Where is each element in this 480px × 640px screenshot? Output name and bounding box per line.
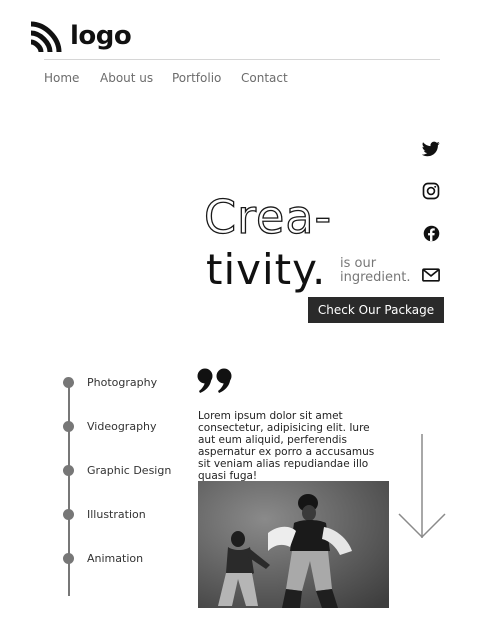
header-divider: [44, 59, 440, 60]
mail-icon[interactable]: [420, 264, 442, 286]
logo-icon[interactable]: [29, 20, 63, 54]
hero-tagline-1: is our: [340, 256, 377, 271]
hero-title-line-2: tivity.: [206, 245, 327, 294]
timeline-item-graphic-design[interactable]: Graphic Design: [87, 464, 171, 478]
instagram-icon[interactable]: [420, 180, 442, 202]
twitter-icon[interactable]: [420, 138, 442, 160]
timeline-dot: [63, 509, 74, 520]
logo-text[interactable]: logo: [70, 20, 132, 52]
timeline-item-illustration[interactable]: Illustration: [87, 508, 146, 522]
timeline-item-videography[interactable]: Videography: [87, 420, 157, 434]
timeline-dot: [63, 553, 74, 564]
timeline-dot: [63, 421, 74, 432]
timeline-line: [68, 383, 70, 596]
quote-icon: [197, 368, 233, 394]
timeline-dot: [63, 465, 74, 476]
hero-tagline-2: ingredient.: [340, 270, 411, 285]
hero-title-line-1: Crea-: [203, 190, 333, 244]
scroll-down-arrow-icon[interactable]: [398, 434, 446, 540]
dancers-photo: [198, 481, 389, 608]
nav-contact[interactable]: Contact: [241, 71, 288, 85]
facebook-icon[interactable]: [420, 222, 442, 244]
timeline-item-animation[interactable]: Animation: [87, 552, 143, 566]
check-package-button[interactable]: Check Our Package: [308, 297, 444, 323]
quote-text: Lorem ipsum dolor sit amet consectetur, …: [198, 410, 375, 482]
timeline-dot: [63, 377, 74, 388]
nav-portfolio[interactable]: Portfolio: [172, 71, 221, 85]
nav-about-us[interactable]: About us: [100, 71, 153, 85]
timeline-item-photography[interactable]: Photography: [87, 376, 157, 390]
nav-home[interactable]: Home: [44, 71, 79, 85]
